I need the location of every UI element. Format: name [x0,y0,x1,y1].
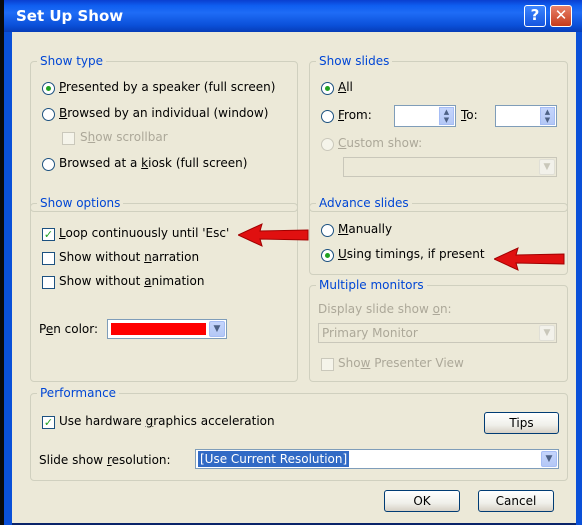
manually-label[interactable]: Manually [338,222,392,236]
show-type-legend: Show type [37,54,106,68]
use-timings-label[interactable]: Using timings, if present [338,247,485,261]
browsed-kiosk-radio[interactable] [42,158,55,171]
close-button[interactable]: ✕ [550,5,572,27]
tips-button[interactable]: Tips [484,412,559,434]
resolution-select[interactable]: [Use Current Resolution] ▼ [195,449,559,469]
custom-show-select[interactable]: ▼ [343,157,557,177]
browsed-individual-radio[interactable] [42,108,55,121]
performance-legend: Performance [37,386,120,400]
show-slides-group: Show slides All From: ▲ ▼ To: ▲ ▼ Custom s… [309,54,568,212]
no-animation-checkbox[interactable] [42,276,55,289]
presenter-view-checkbox[interactable] [321,358,334,371]
no-narration-label[interactable]: Show without narration [59,250,199,264]
dialog-window: Set Up Show ? ✕ Show type Presented by a… [0,0,582,525]
custom-show-label: Custom show: [338,136,423,150]
manually-radio[interactable] [321,224,334,237]
show-options-legend: Show options [37,196,124,210]
help-button[interactable]: ? [524,5,546,27]
performance-group: Performance ✓ Use hardware graphics acce… [30,386,568,481]
display-on-label: Display slide show on: [318,302,452,316]
browsed-kiosk-label[interactable]: Browsed at a kiosk (full screen) [59,156,247,170]
dialog-title: Set Up Show [16,7,124,25]
all-slides-label[interactable]: All [338,80,353,94]
resolution-dropdown-icon[interactable]: ▼ [541,451,557,467]
loop-checkbox[interactable]: ✓ [42,228,55,241]
annotation-arrow-icon [494,247,565,271]
resolution-label: Slide show resolution: [39,453,171,467]
to-spin-arrows-icon[interactable]: ▲ ▼ [540,107,555,125]
advance-slides-legend: Advance slides [316,196,412,210]
pen-color-dropdown-icon[interactable]: ▼ [209,321,225,337]
display-monitor-select[interactable]: Primary Monitor ▼ [318,323,557,343]
show-type-group: Show type Presented by a speaker (full s… [30,54,298,212]
all-slides-radio[interactable] [321,82,334,95]
resolution-value: [Use Current Resolution] [198,451,350,467]
cancel-button[interactable]: Cancel [478,490,554,512]
to-spinner[interactable]: ▲ ▼ [495,105,557,127]
presented-radio[interactable] [42,82,55,95]
custom-show-radio[interactable] [321,138,334,151]
from-spin-arrows-icon[interactable]: ▲ ▼ [439,107,454,125]
from-spinner[interactable]: ▲ ▼ [394,105,456,127]
pen-color-label: Pen color: [39,322,99,336]
no-narration-checkbox[interactable] [42,252,55,265]
hw-acceleration-label[interactable]: Use hardware graphics acceleration [59,414,275,428]
show-slides-legend: Show slides [316,54,393,68]
presenter-view-label: Show Presenter View [338,356,464,370]
show-scrollbar-label: Show scrollbar [80,130,168,144]
show-scrollbar-checkbox[interactable] [62,132,75,145]
annotation-arrow-icon [238,223,309,247]
from-radio[interactable] [321,110,334,123]
pen-color-select[interactable]: ▼ [107,319,227,339]
window-frame-right [576,32,582,525]
hw-acceleration-checkbox[interactable]: ✓ [42,416,55,429]
to-label: To: [461,108,478,122]
ok-button[interactable]: OK [384,490,460,512]
window-frame-left [4,32,12,525]
pen-color-swatch [111,323,206,335]
browsed-individual-label[interactable]: Browsed by an individual (window) [59,106,268,120]
multiple-monitors-legend: Multiple monitors [316,278,427,292]
presented-label[interactable]: Presented by a speaker (full screen) [59,80,275,94]
loop-label[interactable]: Loop continuously until 'Esc' [59,226,229,240]
dialog-body: Show type Presented by a speaker (full s… [12,32,576,523]
use-timings-radio[interactable] [321,249,334,262]
from-label[interactable]: From: [338,108,372,122]
display-monitor-value: Primary Monitor [322,326,418,340]
display-monitor-dropdown-icon[interactable]: ▼ [539,325,555,341]
multiple-monitors-group: Multiple monitors Display slide show on:… [309,278,568,382]
custom-show-dropdown-icon[interactable]: ▼ [539,159,555,175]
no-animation-label[interactable]: Show without animation [59,274,204,288]
title-bar[interactable]: Set Up Show ? ✕ [4,0,582,32]
